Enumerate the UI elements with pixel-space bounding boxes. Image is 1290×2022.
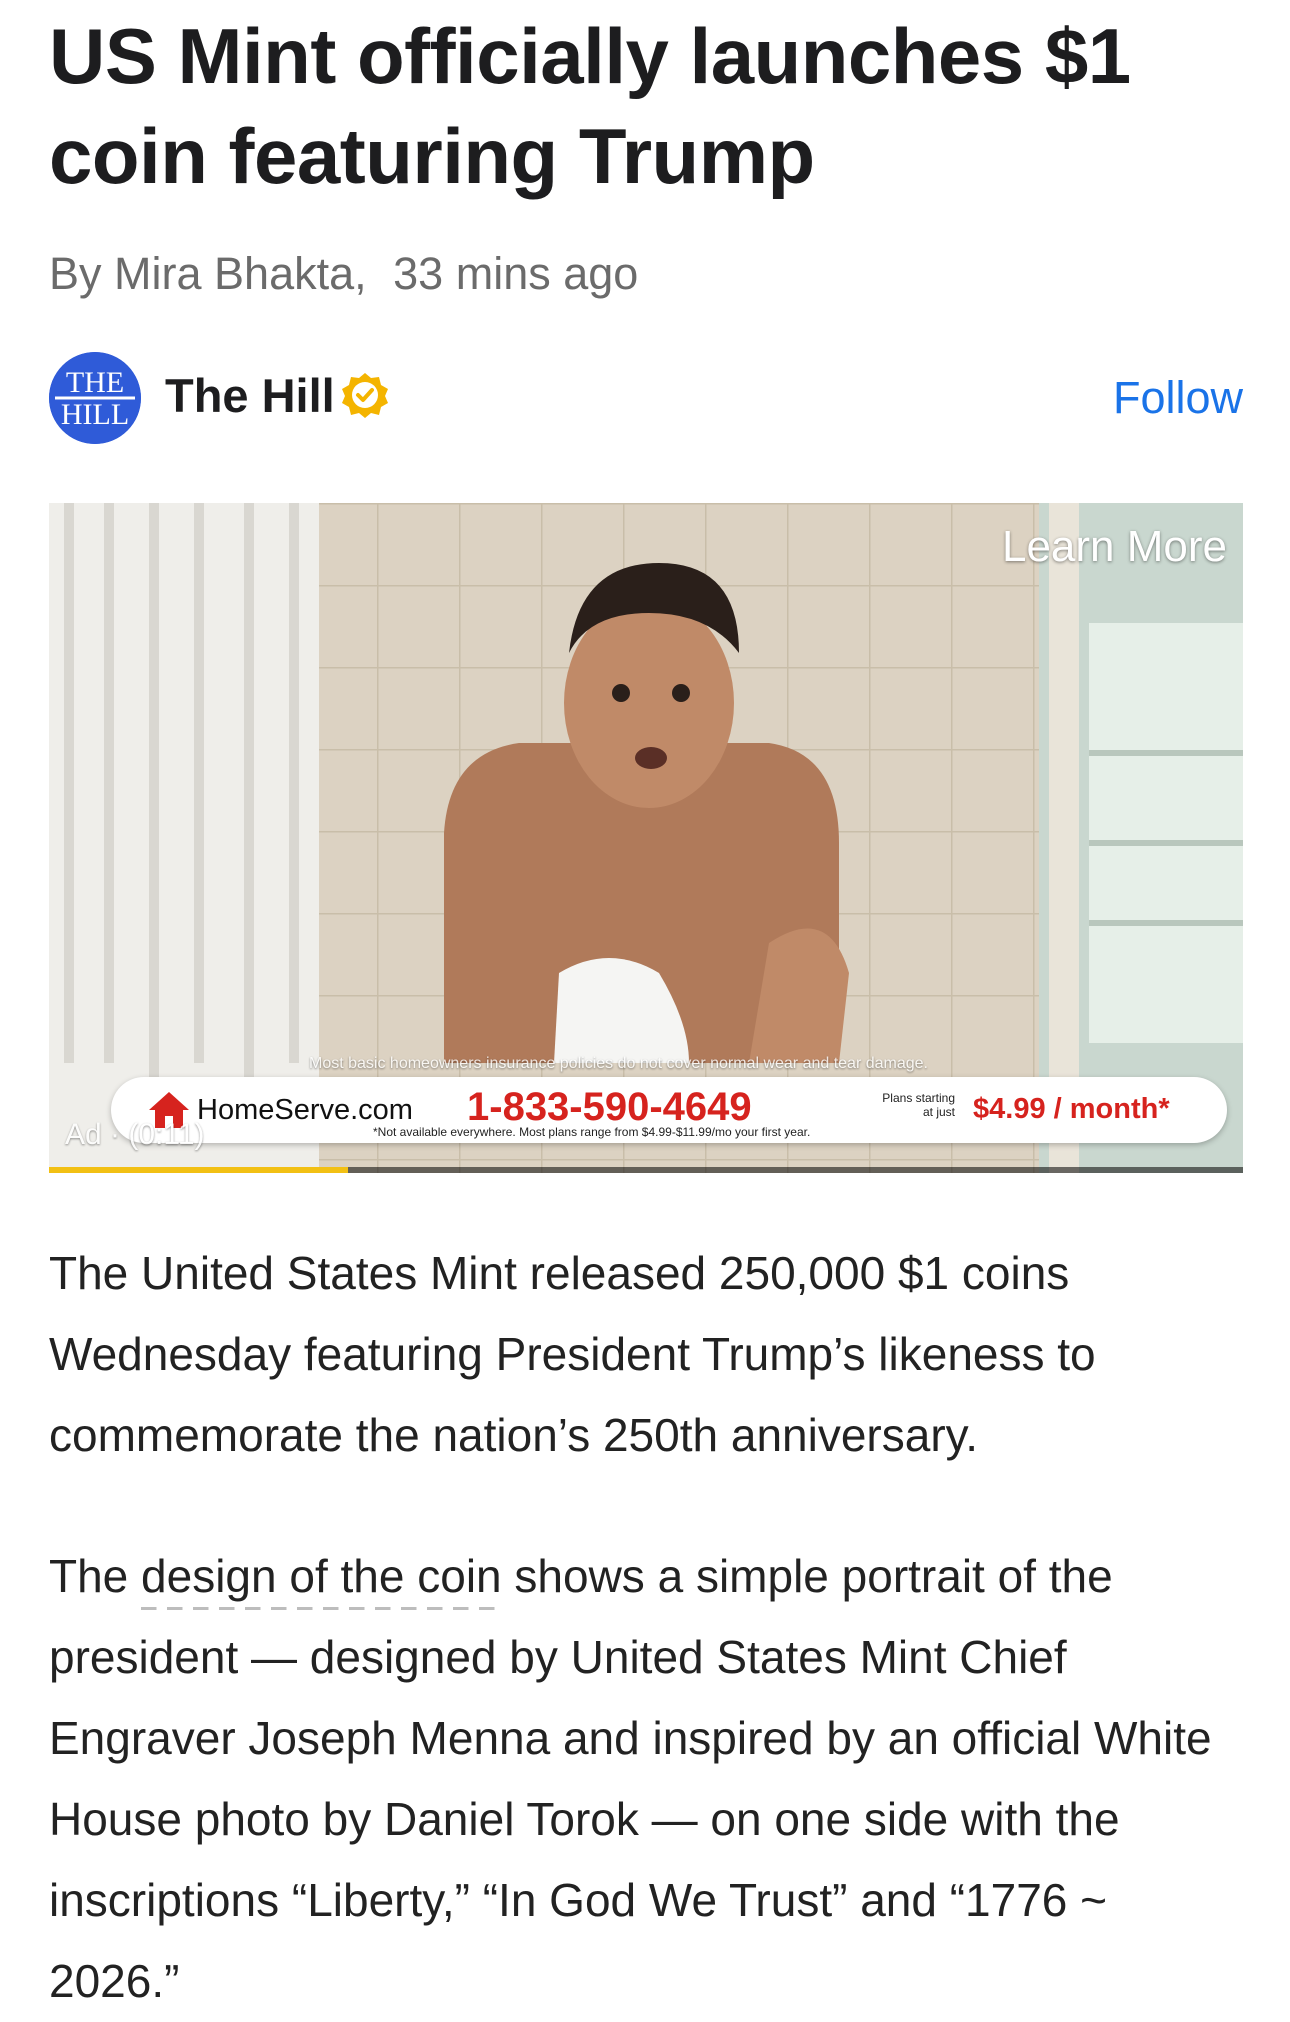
publisher-logo-top: THE	[66, 366, 124, 399]
ad-label: Ad · (0:11)	[65, 1118, 205, 1151]
article-paragraph-1: The United States Mint released 250,000 …	[49, 1247, 1096, 1461]
ad-disclaimer: Most basic homeowners insurance policies…	[309, 1055, 928, 1072]
byline-time: 33 mins ago	[393, 248, 639, 299]
ad-price: $4.99 / month*	[973, 1093, 1170, 1125]
publisher-logo-bottom: HILL	[61, 398, 129, 431]
byline-prefix: By	[49, 248, 102, 299]
article-headline: US Mint officially launches $1 coin feat…	[49, 12, 1131, 200]
ad-progress-track	[49, 1167, 1243, 1173]
design-of-coin-link[interactable]: design of the coin	[141, 1550, 502, 1610]
article-paragraph-2: The design of the coin shows a simple po…	[49, 1536, 1249, 2022]
ad-plans-text: Plans starting at just	[855, 1091, 955, 1119]
ad-plans-line1: Plans starting	[882, 1091, 955, 1105]
article-page: US Mint officially launches $1 coin feat…	[0, 0, 1290, 2021]
follow-button[interactable]: Follow	[1113, 370, 1243, 426]
ad-phone[interactable]: 1-833-590-4649	[467, 1085, 752, 1129]
ad-fine-print: *Not available everywhere. Most plans ra…	[373, 1125, 811, 1139]
publisher-row: THE HILL The Hill Follow	[49, 352, 1243, 444]
ad-plans-line2: at just	[922, 1105, 955, 1119]
learn-more-button[interactable]: Learn More	[1002, 519, 1227, 575]
paragraph-2-lead: The	[49, 1550, 142, 1602]
verified-badge-icon	[342, 373, 388, 418]
byline-author[interactable]: Mira Bhakta,	[114, 248, 367, 299]
byline: By Mira Bhakta, 33 mins ago	[49, 246, 638, 302]
ad-brand: HomeServe.com	[197, 1094, 413, 1126]
video-ad[interactable]: Learn More Most basic homeowners insuran…	[49, 503, 1243, 1173]
ad-progress-fill	[49, 1167, 348, 1173]
paragraph-2-rest: shows a simple portrait of the president…	[49, 1550, 1212, 2007]
publisher-logo[interactable]: THE HILL	[49, 352, 141, 444]
publisher-name[interactable]: The Hill	[165, 366, 335, 426]
ad-banner[interactable]: HomeServe.com 1-833-590-4649 Plans start…	[111, 1077, 1227, 1143]
